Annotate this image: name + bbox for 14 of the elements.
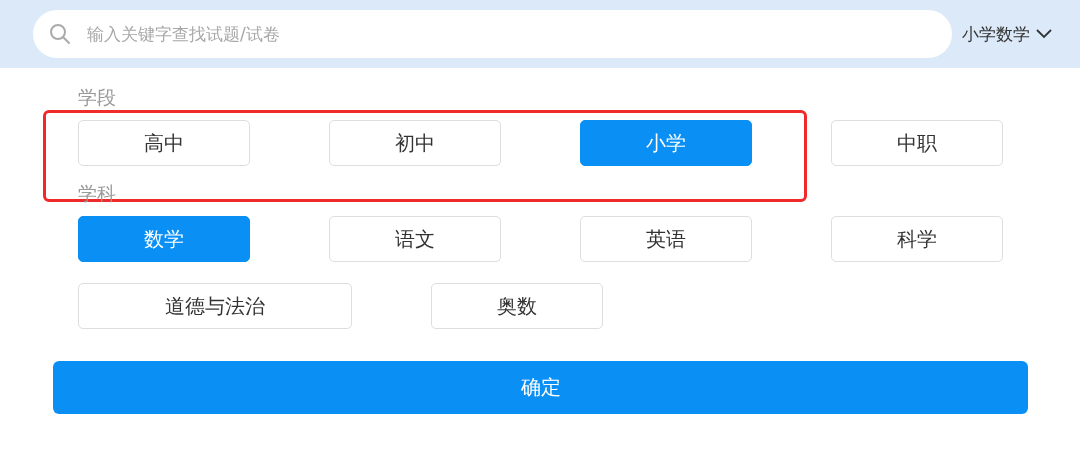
option-button[interactable]: 奥数 bbox=[431, 283, 603, 329]
section-label: 学科 bbox=[78, 181, 116, 206]
option-button[interactable]: 初中 bbox=[329, 120, 501, 166]
option-button[interactable]: 科学 bbox=[831, 216, 1003, 262]
section-label: 学段 bbox=[78, 85, 116, 110]
option-button[interactable]: 高中 bbox=[78, 120, 250, 166]
search-field[interactable]: 输入关键字查找试题/试卷 bbox=[33, 10, 952, 58]
option-button[interactable]: 语文 bbox=[329, 216, 501, 262]
search-icon bbox=[49, 23, 71, 45]
option-button[interactable]: 道德与法治 bbox=[78, 283, 352, 329]
option-button[interactable]: 英语 bbox=[580, 216, 752, 262]
option-button[interactable]: 中职 bbox=[831, 120, 1003, 166]
chevron-down-icon bbox=[1036, 29, 1052, 39]
subject-dropdown[interactable]: 小学数学 bbox=[962, 22, 1052, 46]
